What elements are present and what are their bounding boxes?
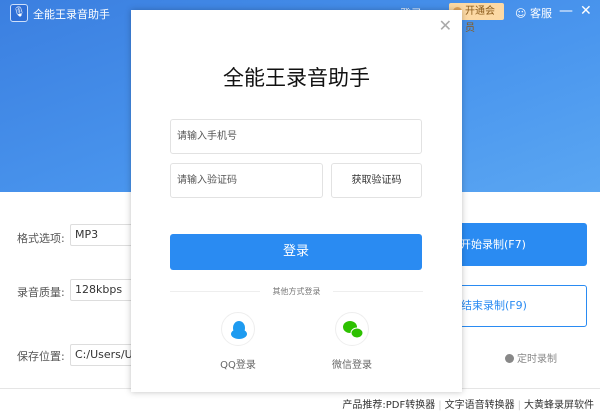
footer-prefix: 产品推荐: xyxy=(342,400,386,411)
qq-login-label: QQ登录 xyxy=(220,360,256,371)
service-button[interactable]: ☺ 客服 xyxy=(515,5,552,21)
start-record-button[interactable]: 开始录制(F7) xyxy=(440,223,587,266)
timer-label: 定时录制 xyxy=(517,354,557,365)
footer: 产品推荐:PDF转换器 | 文字语音转换器 | 大黄蜂录屏软件 xyxy=(342,400,594,411)
login-dialog: ✕ 全能王录音助手 请输入手机号 请输入验证码 获取验证码 登录 其他方式登录 … xyxy=(131,10,462,392)
other-login-label: 其他方式登录 xyxy=(272,287,321,296)
vip-label: 开通会员 xyxy=(465,6,495,34)
qq-login-button[interactable] xyxy=(221,312,255,346)
service-icon: ☺ xyxy=(515,7,527,20)
qq-icon xyxy=(231,321,247,339)
service-label: 客服 xyxy=(529,7,552,20)
microphone-icon: 🎙 xyxy=(10,4,28,22)
footer-link-pdf[interactable]: PDF转换器 xyxy=(386,400,435,411)
close-window-button[interactable]: ✕ xyxy=(580,3,592,19)
timer-record-button[interactable]: 定时录制 xyxy=(505,350,557,365)
footer-link-recorder[interactable]: 大黄蜂录屏软件 xyxy=(524,400,594,411)
dialog-title: 全能王录音助手 xyxy=(223,66,370,90)
code-input[interactable]: 请输入验证码 xyxy=(170,163,323,198)
app-title: 全能王录音助手 xyxy=(33,8,110,21)
get-code-button[interactable]: 获取验证码 xyxy=(331,163,422,198)
wechat-login-label: 微信登录 xyxy=(332,360,372,371)
quality-label: 录音质量: xyxy=(17,286,65,299)
save-label: 保存位置: xyxy=(17,350,65,363)
clock-icon xyxy=(505,354,514,363)
wechat-icon xyxy=(343,321,364,339)
login-button[interactable]: 登录 xyxy=(170,234,422,270)
minimize-button[interactable]: — xyxy=(559,3,573,19)
format-label: 格式选项: xyxy=(17,232,65,245)
phone-input[interactable]: 请输入手机号 xyxy=(170,119,422,154)
stop-record-button[interactable]: 结束录制(F9) xyxy=(440,285,587,327)
footer-link-tts[interactable]: 文字语音转换器 xyxy=(445,400,515,411)
close-dialog-button[interactable]: ✕ xyxy=(439,16,452,35)
wechat-login-button[interactable] xyxy=(335,312,369,346)
